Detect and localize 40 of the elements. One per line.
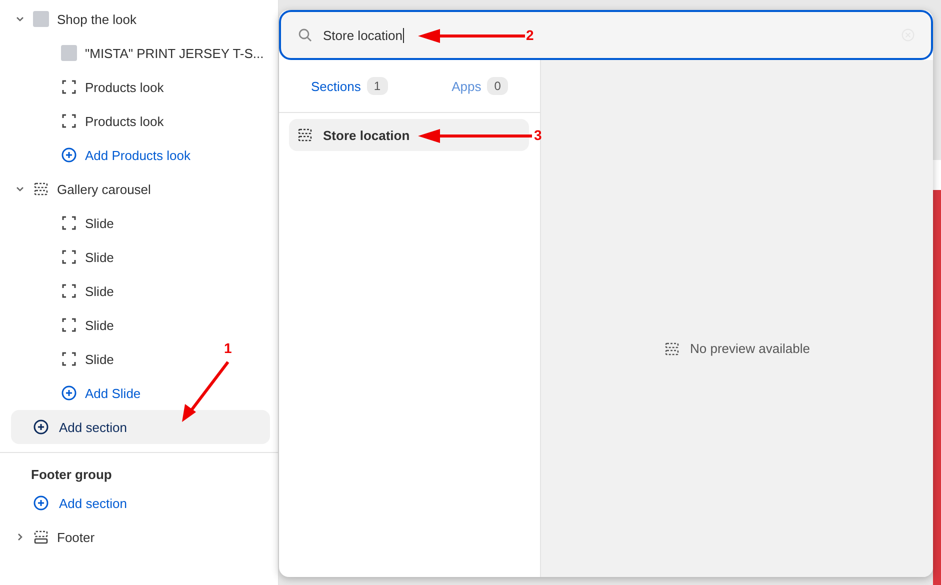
product-thumbnail-icon [33, 11, 49, 27]
add-block-link[interactable]: Add Slide [85, 386, 141, 400]
chevron-icon[interactable] [15, 184, 25, 194]
count-badge: 0 [487, 77, 508, 95]
search-icon [297, 27, 313, 43]
plus-circle-icon [33, 419, 49, 435]
product-thumbnail-icon [61, 45, 77, 61]
annotation-number: 3 [534, 127, 542, 143]
block-label[interactable]: Slide [85, 250, 114, 264]
chevron-icon[interactable] [15, 14, 25, 24]
plus-circle-icon [33, 495, 49, 511]
section-label[interactable]: Gallery carousel [57, 182, 151, 196]
block-label[interactable]: Slide [85, 352, 114, 366]
block-label[interactable]: Slide [85, 284, 114, 298]
add-section-link[interactable]: Add section [11, 486, 270, 520]
plus-circle-icon [61, 147, 77, 163]
add-section-button[interactable]: Add section [11, 410, 270, 444]
footer-section-icon [33, 529, 49, 545]
annotation-number: 2 [526, 27, 534, 43]
block-label[interactable]: Slide [85, 216, 114, 230]
result-item[interactable]: Store location [289, 119, 529, 151]
no-preview-message: No preview available [690, 341, 810, 356]
add-block-link[interactable]: Add Products look [85, 148, 191, 162]
block-label[interactable]: Slide [85, 318, 114, 332]
section-label[interactable]: Footer [57, 530, 95, 544]
section-icon [664, 340, 680, 356]
annotation-number: 1 [224, 340, 232, 356]
footer-group-heading: Footer group [30, 466, 113, 484]
block-label[interactable]: Products look [85, 80, 164, 94]
results-tab[interactable]: Sections 1 [305, 76, 394, 96]
block-label[interactable]: Products look [85, 114, 164, 128]
chevron-icon[interactable] [15, 532, 25, 542]
section-icon [33, 181, 49, 197]
plus-circle-icon [61, 385, 77, 401]
product-label[interactable]: "MISTA" PRINT JERSEY T-S... [85, 46, 264, 60]
count-badge: 1 [366, 77, 388, 95]
section-icon [297, 127, 313, 143]
section-label[interactable]: Shop the look [57, 12, 137, 26]
annotation-arrow [182, 361, 230, 422]
results-tab[interactable]: Apps 0 [446, 76, 514, 96]
